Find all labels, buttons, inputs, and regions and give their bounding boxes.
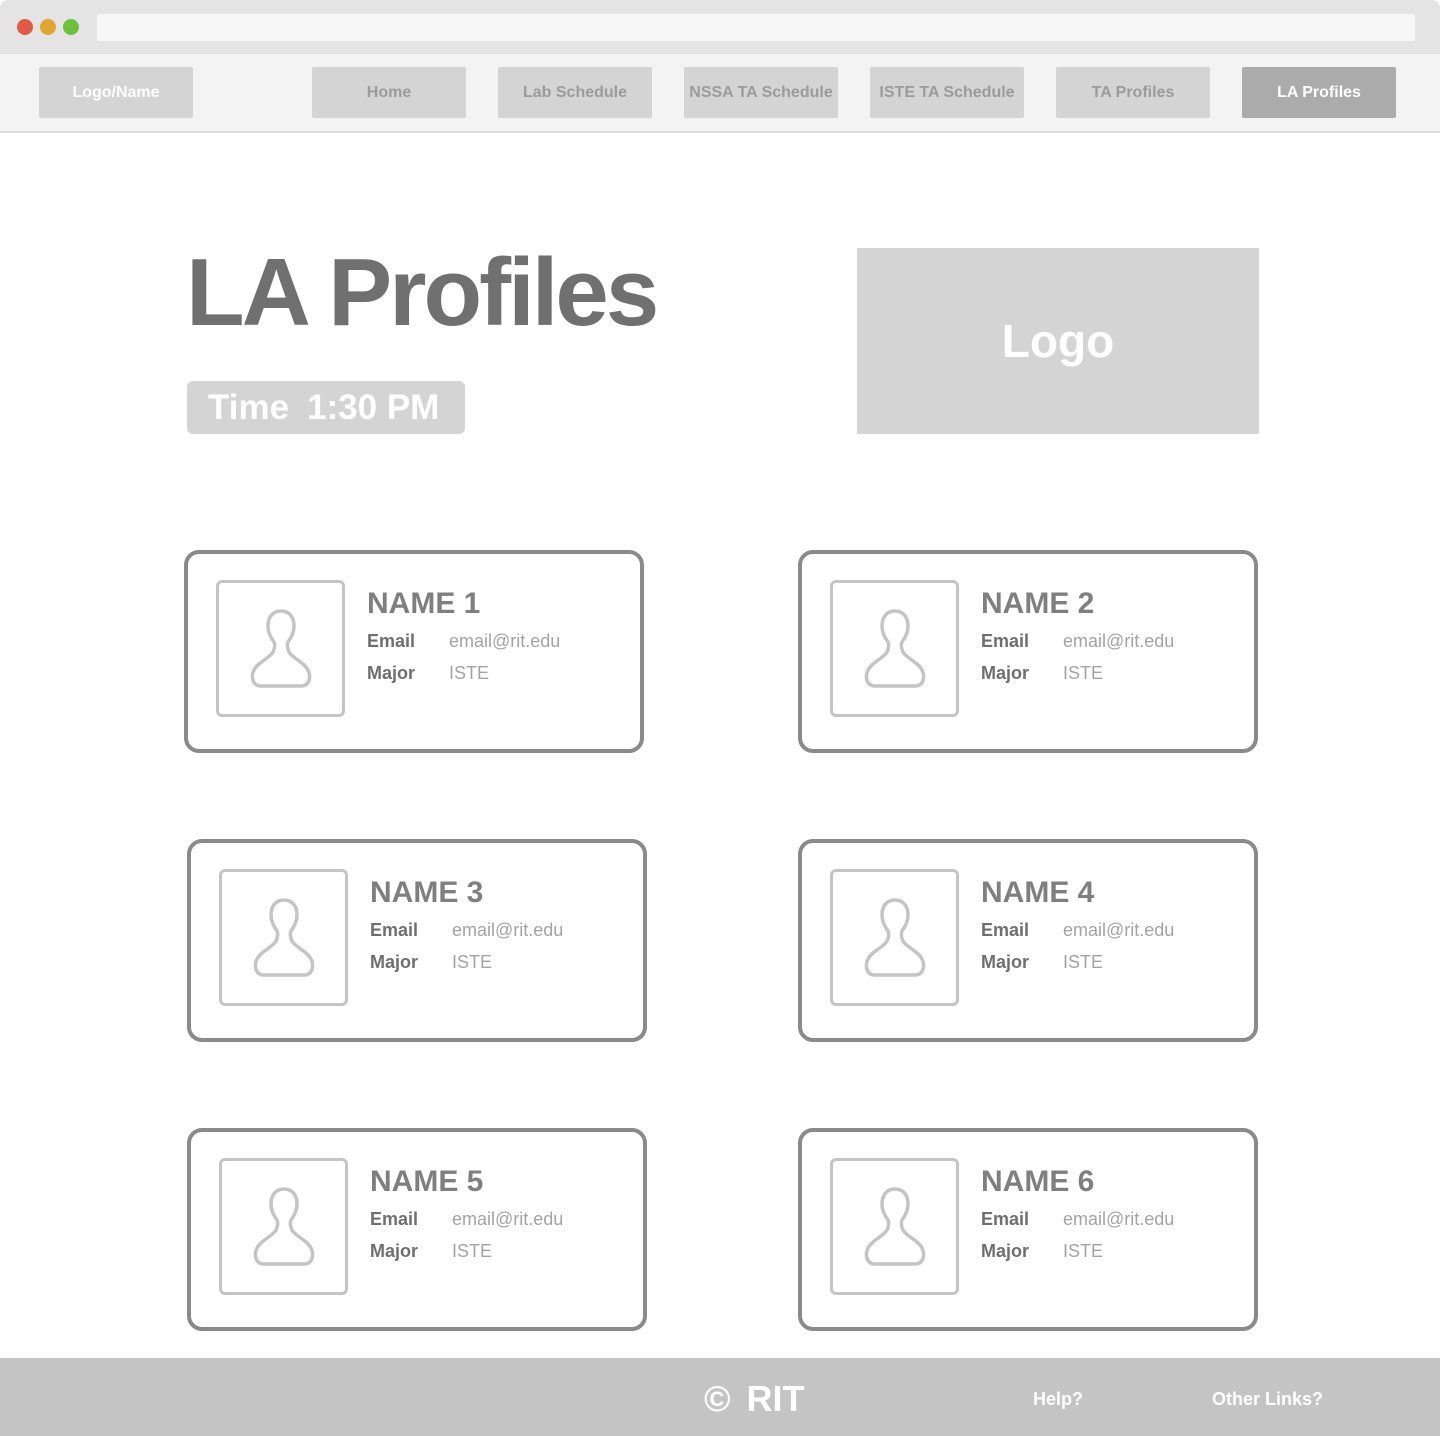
nav-nssa-ta-schedule-button[interactable]: NSSA TA Schedule — [684, 67, 838, 118]
profile-name: NAME 5 — [370, 1165, 484, 1198]
major-label: Major — [367, 663, 416, 683]
nav-lab-schedule-button[interactable]: Lab Schedule — [498, 67, 652, 118]
browser-chrome — [0, 0, 1440, 54]
major-label: Major — [370, 952, 419, 972]
address-bar[interactable] — [97, 14, 1415, 41]
email-label: Email — [981, 631, 1030, 651]
major-row: Major ISTE — [367, 663, 489, 684]
email-label: Email — [367, 631, 416, 651]
major-value: ISTE — [452, 952, 493, 972]
profile-card: NAME 2 Email email@rit.edu Major ISTE — [798, 550, 1258, 753]
major-label: Major — [981, 1241, 1030, 1261]
major-row: Major ISTE — [370, 952, 492, 973]
profile-card: NAME 5 Email email@rit.edu Major ISTE — [187, 1128, 647, 1331]
profile-name: NAME 6 — [981, 1165, 1095, 1198]
copyright-text: RIT — [746, 1378, 805, 1419]
time-badge: Time 1:30 PM — [187, 381, 465, 434]
major-value: ISTE — [449, 663, 490, 683]
major-value: ISTE — [1063, 1241, 1104, 1261]
profile-name: NAME 2 — [981, 587, 1095, 620]
nav-logo-name-button[interactable]: Logo/Name — [39, 67, 193, 118]
person-silhouette-icon — [864, 608, 925, 688]
major-label: Major — [981, 952, 1030, 972]
email-row: Email email@rit.edu — [981, 920, 1174, 941]
profile-name: NAME 4 — [981, 876, 1095, 909]
major-value: ISTE — [452, 1241, 493, 1261]
email-label: Email — [370, 920, 419, 940]
profile-card: NAME 4 Email email@rit.edu Major ISTE — [798, 839, 1258, 1042]
profile-card: NAME 6 Email email@rit.edu Major ISTE — [798, 1128, 1258, 1331]
email-row: Email email@rit.edu — [367, 631, 560, 652]
email-row: Email email@rit.edu — [370, 920, 563, 941]
email-value: email@rit.edu — [1063, 1209, 1175, 1229]
person-silhouette-icon — [253, 1186, 314, 1266]
time-label: Time — [208, 387, 290, 427]
nav-ta-profiles-button[interactable]: TA Profiles — [1056, 67, 1210, 118]
page-title: LA Profiles — [186, 239, 659, 346]
logo-placeholder: Logo — [857, 248, 1259, 434]
avatar — [830, 1158, 959, 1295]
major-row: Major ISTE — [370, 1241, 492, 1262]
avatar — [216, 580, 345, 717]
time-value: 1:30 PM — [307, 387, 440, 427]
avatar — [830, 580, 959, 717]
person-silhouette-icon — [864, 897, 925, 977]
email-label: Email — [981, 1209, 1030, 1229]
person-silhouette-icon — [253, 897, 314, 977]
email-row: Email email@rit.edu — [981, 1209, 1174, 1230]
nav-iste-ta-schedule-button[interactable]: ISTE TA Schedule — [870, 67, 1024, 118]
copyright-icon: © — [704, 1378, 731, 1419]
top-navigation: Logo/Name Home Lab Schedule NSSA TA Sche… — [0, 54, 1440, 133]
profile-name: NAME 1 — [367, 587, 481, 620]
email-label: Email — [370, 1209, 419, 1229]
avatar — [219, 869, 348, 1006]
person-silhouette-icon — [250, 608, 311, 688]
email-value: email@rit.edu — [1063, 920, 1175, 940]
email-row: Email email@rit.edu — [981, 631, 1174, 652]
major-row: Major ISTE — [981, 952, 1103, 973]
nav-home-button[interactable]: Home — [312, 67, 466, 118]
email-label: Email — [981, 920, 1030, 940]
help-link[interactable]: Help? — [1033, 1389, 1083, 1410]
other-links-link[interactable]: Other Links? — [1212, 1389, 1323, 1410]
email-value: email@rit.edu — [452, 1209, 564, 1229]
profile-card: NAME 3 Email email@rit.edu Major ISTE — [187, 839, 647, 1042]
person-silhouette-icon — [864, 1186, 925, 1266]
major-row: Major ISTE — [981, 1241, 1103, 1262]
copyright: © RIT — [704, 1378, 805, 1420]
nav-la-profiles-button[interactable]: LA Profiles — [1242, 67, 1396, 118]
major-label: Major — [370, 1241, 419, 1261]
minimize-window-button[interactable] — [40, 19, 56, 35]
email-value: email@rit.edu — [1063, 631, 1175, 651]
avatar — [219, 1158, 348, 1295]
profile-card: NAME 1 Email email@rit.edu Major ISTE — [184, 550, 644, 753]
email-value: email@rit.edu — [449, 631, 561, 651]
email-value: email@rit.edu — [452, 920, 564, 940]
footer: © RIT Help? Other Links? — [0, 1358, 1440, 1436]
maximize-window-button[interactable] — [63, 19, 79, 35]
avatar — [830, 869, 959, 1006]
major-value: ISTE — [1063, 663, 1104, 683]
major-label: Major — [981, 663, 1030, 683]
close-window-button[interactable] — [17, 19, 33, 35]
profile-name: NAME 3 — [370, 876, 484, 909]
email-row: Email email@rit.edu — [370, 1209, 563, 1230]
major-value: ISTE — [1063, 952, 1104, 972]
major-row: Major ISTE — [981, 663, 1103, 684]
